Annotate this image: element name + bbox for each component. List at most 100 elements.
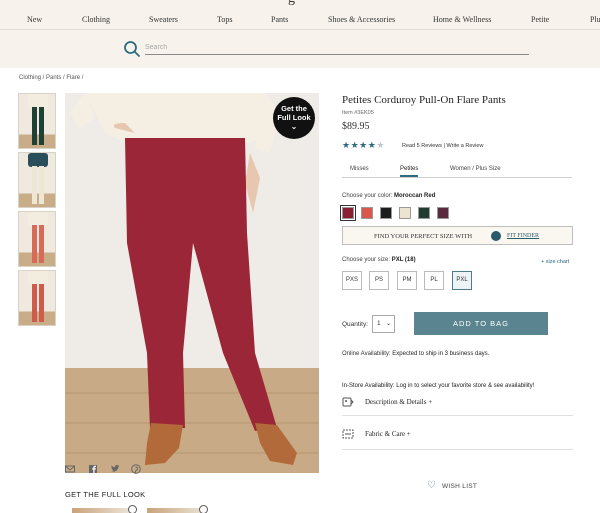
thumbnail-leg	[39, 225, 44, 263]
read-reviews-link[interactable]: Read 5 Reviews	[402, 143, 442, 149]
star-icon: ★	[342, 140, 351, 150]
get-full-look-line1: Get the	[281, 104, 307, 113]
fabric-label-text: Fabric & Care	[365, 430, 406, 438]
nav-item-petite[interactable]: Petite	[531, 15, 549, 24]
thumbnail-leg	[32, 166, 37, 204]
fit-tabs: Misses Petites Women / Plus Size	[342, 166, 572, 178]
search-icon[interactable]	[123, 40, 141, 58]
search-input[interactable]	[145, 40, 529, 55]
online-availability-value: Expected to ship in 3 business days.	[392, 351, 490, 357]
quantity-value: 1	[377, 320, 381, 327]
breadcrumb: Clothing / Pants / Flare /	[19, 75, 83, 81]
size-option-pm[interactable]: PM	[397, 271, 417, 290]
twitter-icon[interactable]	[110, 464, 120, 474]
size-label-text: Choose your size:	[342, 257, 391, 263]
full-look-hotspot[interactable]	[128, 505, 137, 513]
chevron-down-icon: ⌄	[385, 321, 391, 327]
nav-item-clothing[interactable]: Clothing	[82, 15, 110, 24]
breadcrumb-flare[interactable]: Flare /	[66, 75, 83, 81]
instore-availability: In-Store Availability: Log in to select …	[342, 383, 534, 389]
thumbnail-3[interactable]	[18, 211, 56, 267]
color-label: Choose your color: Moroccan Red	[342, 193, 435, 199]
divider	[342, 415, 573, 416]
plus-icon: +	[406, 430, 411, 438]
fabric-accordion-label: Fabric & Care +	[365, 430, 411, 438]
color-swatch[interactable]	[437, 207, 449, 219]
nav-item-pants[interactable]: Pants	[271, 15, 288, 24]
tag-icon	[342, 397, 354, 407]
chevron-down-icon: ⌄	[290, 122, 298, 131]
main-product-image[interactable]	[65, 93, 319, 473]
color-swatch[interactable]	[399, 207, 411, 219]
nav-item-new[interactable]: New	[27, 15, 42, 24]
thumbnail-4[interactable]	[18, 270, 56, 326]
thumbnail-2[interactable]	[18, 152, 56, 208]
size-option-pl[interactable]: PL	[424, 271, 444, 290]
thumbnail-leg	[32, 107, 37, 145]
product-price: $89.95	[342, 121, 370, 132]
rating-stars[interactable]: ★★★★★	[342, 141, 385, 150]
instore-login-link[interactable]: Log in to select your favorite store & s…	[396, 383, 534, 389]
size-option-pxl[interactable]: PXL	[452, 271, 472, 290]
top-navigation: g New Clothing Sweaters Tops Pants Shoes…	[0, 0, 600, 30]
size-option-ps[interactable]: PS	[369, 271, 389, 290]
star-icon: ★	[350, 140, 360, 150]
fabric-accordion[interactable]: Fabric & Care +	[342, 427, 573, 444]
color-swatch[interactable]	[340, 205, 356, 221]
size-option-pxs[interactable]: PXS	[342, 271, 362, 290]
nav-item-plus[interactable]: Plu	[590, 15, 600, 24]
reviews-links: Read 5 Reviews | Write a Review	[402, 143, 483, 149]
quantity-select[interactable]: 1 ⌄	[372, 315, 395, 333]
description-accordion[interactable]: Description & Details +	[342, 395, 573, 412]
email-icon[interactable]	[65, 464, 75, 474]
fit-finder-icon	[491, 231, 501, 241]
tab-women-plus[interactable]: Women / Plus Size	[450, 166, 501, 172]
breadcrumb-pants[interactable]: Pants /	[46, 75, 65, 81]
heart-icon: ♡	[427, 480, 436, 491]
fit-finder-link[interactable]: FIT FINDER	[507, 233, 539, 239]
thumbnail-leg	[39, 284, 44, 322]
fit-finder-text: FIND YOUR PERFECT SIZE WITH	[374, 233, 473, 240]
full-look-item[interactable]	[147, 508, 205, 513]
selected-size-name: PXL (18)	[391, 257, 416, 263]
description-label-text: Description & Details	[365, 398, 427, 406]
tab-petites[interactable]: Petites	[400, 166, 419, 177]
instore-availability-label: In-Store Availability:	[342, 383, 395, 389]
full-look-item[interactable]	[72, 508, 130, 513]
nav-item-sweaters[interactable]: Sweaters	[149, 15, 178, 24]
reviews-separator: |	[443, 143, 446, 149]
nav-item-shoes-accessories[interactable]: Shoes & Accessories	[328, 15, 395, 24]
breadcrumb-clothing[interactable]: Clothing /	[19, 75, 44, 81]
thumbnail-sweater	[28, 212, 48, 226]
pinterest-icon[interactable]	[131, 464, 141, 474]
full-look-hotspot[interactable]	[199, 505, 208, 513]
brand-logo[interactable]: g	[288, 0, 312, 5]
item-number: Item #3EK05	[342, 110, 374, 116]
get-full-look-line2: Full Look	[277, 113, 311, 122]
thumbnail-leg	[32, 225, 37, 263]
fabric-icon	[342, 429, 354, 439]
online-availability: Online Availability: Expected to ship in…	[342, 351, 489, 357]
color-label-text: Choose your color:	[342, 193, 393, 199]
thumbnail-sweater	[28, 153, 48, 167]
get-full-look-badge[interactable]: Get the Full Look ⌄	[273, 97, 315, 139]
thumbnail-1[interactable]	[18, 93, 56, 149]
write-review-link[interactable]: Write a Review	[447, 143, 484, 149]
product-title: Petites Corduroy Pull-On Flare Pants	[342, 94, 506, 106]
thumbnail-leg	[39, 166, 44, 204]
plus-icon: +	[428, 398, 433, 406]
color-swatch[interactable]	[361, 207, 373, 219]
color-swatch[interactable]	[380, 207, 392, 219]
facebook-icon[interactable]	[88, 464, 98, 474]
model-photo	[65, 93, 319, 473]
tab-misses[interactable]: Misses	[350, 166, 369, 172]
nav-item-home-wellness[interactable]: Home & Wellness	[433, 15, 491, 24]
color-swatch[interactable]	[418, 207, 430, 219]
divider	[342, 449, 573, 450]
selected-color-name: Moroccan Red	[394, 193, 436, 199]
fit-finder-banner[interactable]: FIND YOUR PERFECT SIZE WITH FIT FINDER	[342, 226, 573, 245]
size-chart-link[interactable]: + size chart	[541, 259, 569, 265]
add-to-bag-button[interactable]: ADD TO BAG	[414, 312, 548, 335]
star-empty-icon: ★	[376, 140, 385, 150]
nav-item-tops[interactable]: Tops	[217, 15, 232, 24]
